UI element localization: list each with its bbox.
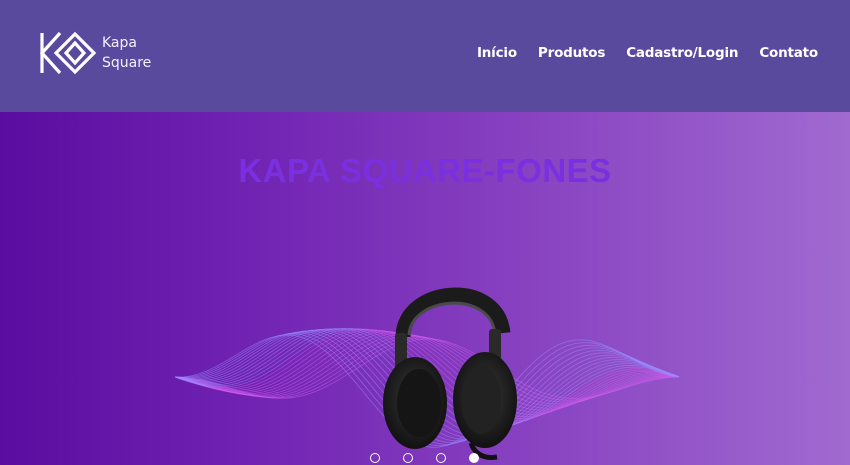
brand-line-2: Square xyxy=(102,55,152,71)
carousel-indicators xyxy=(370,453,479,463)
hero-carousel: KAPA SQUARE-FONES xyxy=(0,112,850,465)
nav-contato[interactable]: Contato xyxy=(759,45,818,61)
hero-title: KAPA SQUARE-FONES xyxy=(238,152,612,189)
headphone-image xyxy=(383,287,517,460)
carousel-dot-1[interactable] xyxy=(370,453,380,463)
carousel-dot-4[interactable] xyxy=(469,453,479,463)
brand-logo[interactable]: Kapa Square xyxy=(38,30,158,76)
nav-inicio[interactable]: Início xyxy=(477,45,517,61)
main-nav: Início Produtos Cadastro/Login Contato xyxy=(477,45,818,61)
kapa-logo-icon xyxy=(39,31,97,75)
nav-produtos[interactable]: Produtos xyxy=(538,45,605,61)
nav-cadastro-login[interactable]: Cadastro/Login xyxy=(626,45,738,61)
carousel-dot-2[interactable] xyxy=(403,453,413,463)
brand-name: Kapa Square xyxy=(102,33,151,73)
carousel-dot-3[interactable] xyxy=(436,453,446,463)
brand-line-1: Kapa xyxy=(102,35,137,51)
site-header: Kapa Square Início Produtos Cadastro/Log… xyxy=(0,0,850,112)
